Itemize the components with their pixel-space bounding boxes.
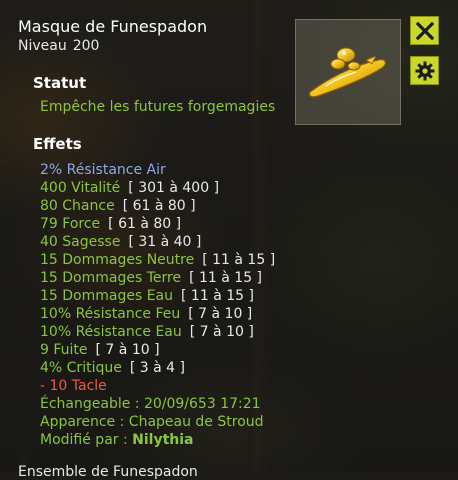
effect-range: [ 61 à 80 ]: [122, 198, 196, 214]
close-icon: [415, 21, 434, 40]
settings-button[interactable]: [410, 56, 439, 85]
effect-text: 2% Résistance Air: [40, 162, 166, 178]
effect-text: Apparence : Chapeau de Stroud: [40, 414, 264, 430]
effect-range: [ 301 à 400 ]: [128, 180, 220, 196]
gear-icon: [415, 61, 434, 80]
effects-list: 2% Résistance Air 400 Vitalité [ 301 à 400…: [40, 161, 275, 449]
effect-range: [ 61 à 80 ]: [108, 216, 182, 232]
item-image-frame: [295, 19, 401, 125]
effect-text: Modifié par :: [40, 432, 133, 448]
effect-range: [ 7 à 10 ]: [188, 306, 253, 322]
golden-mask-icon: [308, 47, 387, 98]
effect-line: 9 Fuite [ 7 à 10 ]: [40, 341, 275, 359]
effect-range: [ 7 à 10 ]: [95, 342, 160, 358]
effect-text: 10% Résistance Feu: [40, 306, 181, 322]
effect-range: [ 3 à 4 ]: [129, 360, 185, 376]
level-value: 200: [72, 38, 100, 54]
effect-range: [ 7 à 10 ]: [189, 324, 254, 340]
effect-text: 9 Fuite: [40, 342, 88, 358]
close-button[interactable]: [410, 16, 439, 45]
effect-range: [ 11 à 15 ]: [181, 288, 254, 304]
effect-text: 10% Résistance Eau: [40, 324, 182, 340]
effect-text: 15 Dommages Terre: [40, 270, 182, 286]
effect-text: 400 Vitalité: [40, 180, 121, 196]
effect-line: 15 Dommages Neutre [ 11 à 15 ]: [40, 251, 275, 269]
item-tooltip: Masque de Funespadon Niveau 200 Statut E…: [0, 0, 458, 480]
effect-text: 40 Sagesse: [40, 234, 121, 250]
effect-line: 15 Dommages Eau [ 11 à 15 ]: [40, 287, 275, 305]
effect-line: 10% Résistance Feu [ 7 à 10 ]: [40, 305, 275, 323]
modifier-name: Nilythia: [132, 432, 194, 448]
effect-line: 400 Vitalité [ 301 à 400 ]: [40, 179, 275, 197]
statut-heading: Statut: [33, 74, 87, 92]
effect-line: Échangeable : 20/09/653 17:21: [40, 395, 275, 413]
effect-text: Échangeable : 20/09/653 17:21: [40, 396, 261, 412]
effect-line: 2% Résistance Air: [40, 161, 275, 179]
effect-text: - 10 Tacle: [40, 378, 107, 394]
effets-heading: Effets: [33, 135, 82, 153]
effect-line: - 10 Tacle: [40, 377, 275, 395]
set-name-peek: Ensemble de Funespadon: [18, 464, 198, 480]
effect-text: 4% Critique: [40, 360, 122, 376]
effect-line: 80 Chance [ 61 à 80 ]: [40, 197, 275, 215]
effect-line: 4% Critique [ 3 à 4 ]: [40, 359, 275, 377]
effect-text: 80 Chance: [40, 198, 115, 214]
effect-text: 15 Dommages Eau: [40, 288, 174, 304]
effect-line: Apparence : Chapeau de Stroud: [40, 413, 275, 431]
level-label: Niveau: [18, 38, 67, 54]
effect-line: 79 Force [ 61 à 80 ]: [40, 215, 275, 233]
effect-line: 10% Résistance Eau [ 7 à 10 ]: [40, 323, 275, 341]
effect-range: [ 31 à 40 ]: [128, 234, 202, 250]
effect-text: 79 Force: [40, 216, 101, 232]
effect-line: 40 Sagesse [ 31 à 40 ]: [40, 233, 275, 251]
effect-line: 15 Dommages Terre [ 11 à 15 ]: [40, 269, 275, 287]
item-name: Masque de Funespadon: [18, 17, 208, 36]
effect-line: Modifié par : Nilythia: [40, 431, 275, 449]
item-level: Niveau 200: [18, 38, 99, 54]
statut-text: Empêche les futures forgemagies: [40, 99, 276, 115]
effect-text: 15 Dommages Neutre: [40, 252, 195, 268]
effect-range: [ 11 à 15 ]: [202, 252, 276, 268]
effect-range: [ 11 à 15 ]: [189, 270, 263, 286]
